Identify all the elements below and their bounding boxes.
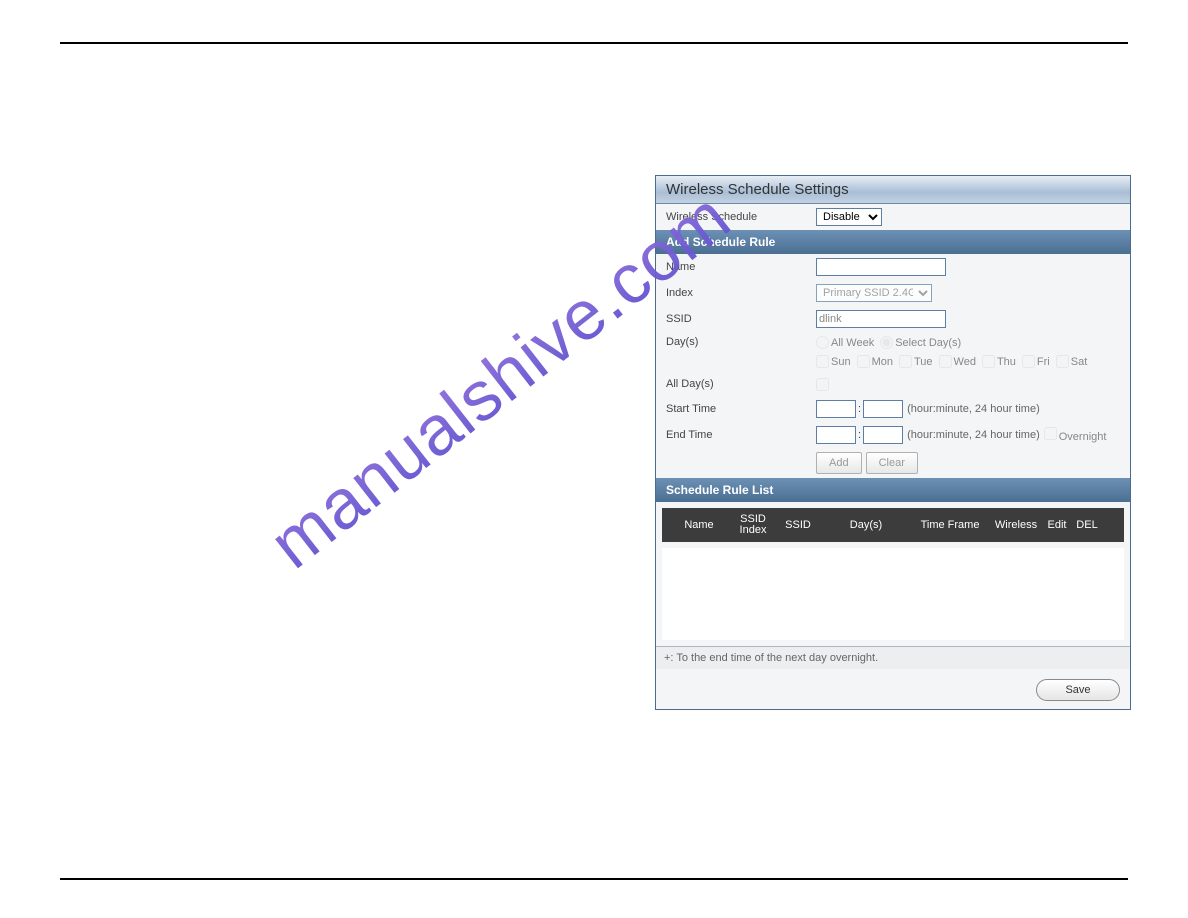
panel-title: Wireless Schedule Settings bbox=[656, 176, 1130, 204]
starttime-hint: (hour:minute, 24 hour time) bbox=[907, 403, 1040, 415]
fri-checkbox[interactable] bbox=[1022, 355, 1035, 368]
col-del: DEL bbox=[1072, 519, 1102, 531]
starttime-label: Start Time bbox=[666, 403, 816, 415]
day-mon[interactable]: Mon bbox=[857, 355, 893, 368]
selectdays-radio-label[interactable]: Select Day(s) bbox=[880, 336, 961, 349]
col-days: Day(s) bbox=[822, 519, 910, 531]
allweek-radio[interactable] bbox=[816, 336, 829, 349]
index-row: Index Primary SSID 2.4G bbox=[656, 280, 1130, 306]
overnight-text: Overnight bbox=[1059, 431, 1107, 443]
clear-button[interactable]: Clear bbox=[866, 452, 918, 474]
add-schedule-header: Add Schedule Rule bbox=[656, 230, 1130, 254]
days-mode-group: All Week Select Day(s) bbox=[816, 336, 1089, 349]
day-sat[interactable]: Sat bbox=[1056, 355, 1088, 368]
wireless-schedule-panel: Wireless Schedule Settings Wireless Sche… bbox=[655, 175, 1131, 710]
wireless-schedule-select[interactable]: Disable bbox=[816, 208, 882, 226]
day-fri[interactable]: Fri bbox=[1022, 355, 1050, 368]
thu-text: Thu bbox=[997, 356, 1016, 368]
sat-text: Sat bbox=[1071, 356, 1088, 368]
endtime-colon-icon: : bbox=[858, 429, 861, 441]
list-wrapper: Name SSID Index SSID Day(s) Time Frame W… bbox=[656, 502, 1130, 646]
list-body bbox=[662, 548, 1124, 640]
day-thu[interactable]: Thu bbox=[982, 355, 1016, 368]
fri-text: Fri bbox=[1037, 356, 1050, 368]
day-tue[interactable]: Tue bbox=[899, 355, 933, 368]
tue-text: Tue bbox=[914, 356, 933, 368]
allweek-radio-label[interactable]: All Week bbox=[816, 336, 874, 349]
col-ssid-index: SSID Index bbox=[732, 514, 774, 536]
alldays-label: All Day(s) bbox=[666, 378, 816, 390]
ssid-input bbox=[816, 310, 946, 328]
overnight-checkbox[interactable] bbox=[1044, 427, 1057, 440]
col-name: Name bbox=[666, 519, 732, 531]
name-input[interactable] bbox=[816, 258, 946, 276]
name-row: Name bbox=[656, 254, 1130, 280]
save-row: Save bbox=[656, 669, 1130, 711]
col-wireless: Wireless bbox=[990, 519, 1042, 531]
days-row: Day(s) All Week Select Day(s) Sun Mon Tu… bbox=[656, 332, 1130, 372]
list-body-empty bbox=[668, 548, 1118, 628]
add-button[interactable]: Add bbox=[816, 452, 862, 474]
sun-text: Sun bbox=[831, 356, 851, 368]
page-top-rule bbox=[60, 42, 1128, 44]
allweek-text: All Week bbox=[831, 337, 874, 349]
starttime-hour[interactable] bbox=[816, 400, 856, 418]
endtime-row: End Time : (hour:minute, 24 hour time) O… bbox=[656, 422, 1130, 448]
day-wed[interactable]: Wed bbox=[939, 355, 976, 368]
save-button[interactable]: Save bbox=[1036, 679, 1120, 701]
starttime-minute[interactable] bbox=[863, 400, 903, 418]
selectdays-text: Select Day(s) bbox=[895, 337, 961, 349]
col-timeframe: Time Frame bbox=[910, 519, 990, 531]
list-columns: Name SSID Index SSID Day(s) Time Frame W… bbox=[662, 508, 1124, 542]
starttime-colon-icon: : bbox=[858, 403, 861, 415]
thu-checkbox[interactable] bbox=[982, 355, 995, 368]
days-label: Day(s) bbox=[666, 336, 816, 348]
sun-checkbox[interactable] bbox=[816, 355, 829, 368]
endtime-hint: (hour:minute, 24 hour time) bbox=[907, 429, 1040, 441]
mon-checkbox[interactable] bbox=[857, 355, 870, 368]
tue-checkbox[interactable] bbox=[899, 355, 912, 368]
mon-text: Mon bbox=[872, 356, 893, 368]
wireless-schedule-label: Wireless Schedule bbox=[666, 211, 816, 223]
endtime-label: End Time bbox=[666, 429, 816, 441]
day-sun[interactable]: Sun bbox=[816, 355, 851, 368]
col-edit: Edit bbox=[1042, 519, 1072, 531]
wed-text: Wed bbox=[954, 356, 976, 368]
day-checkboxes: Sun Mon Tue Wed Thu Fri Sat bbox=[816, 355, 1089, 368]
alldays-checkbox[interactable] bbox=[816, 378, 829, 391]
sat-checkbox[interactable] bbox=[1056, 355, 1069, 368]
endtime-hour[interactable] bbox=[816, 426, 856, 444]
wed-checkbox[interactable] bbox=[939, 355, 952, 368]
alldays-row: All Day(s) bbox=[656, 372, 1130, 396]
wireless-schedule-row: Wireless Schedule Disable bbox=[656, 204, 1130, 230]
endtime-minute[interactable] bbox=[863, 426, 903, 444]
ssid-row: SSID bbox=[656, 306, 1130, 332]
col-ssid: SSID bbox=[774, 519, 822, 531]
schedule-list-header: Schedule Rule List bbox=[656, 478, 1130, 502]
selectdays-radio[interactable] bbox=[880, 336, 893, 349]
overnight-label[interactable]: Overnight bbox=[1044, 427, 1107, 443]
index-label: Index bbox=[666, 287, 816, 299]
page-bottom-rule bbox=[60, 878, 1128, 880]
name-label: Name bbox=[666, 261, 816, 273]
starttime-row: Start Time : (hour:minute, 24 hour time) bbox=[656, 396, 1130, 422]
add-clear-row: Add Clear bbox=[656, 448, 1130, 478]
footnote: +: To the end time of the next day overn… bbox=[656, 646, 1130, 669]
ssid-label: SSID bbox=[666, 313, 816, 325]
index-select: Primary SSID 2.4G bbox=[816, 284, 932, 302]
